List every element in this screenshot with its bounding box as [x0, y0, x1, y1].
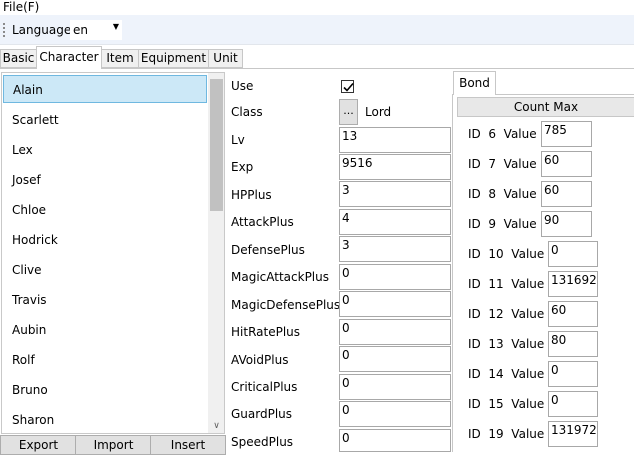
field-label-avoidplus: AVoidPlus [231, 353, 289, 367]
bond-row-label: ID 15 Value [468, 397, 545, 411]
field-label-lv: Lv [231, 133, 245, 147]
magicdefenseplus-input[interactable]: 0 [339, 291, 451, 317]
bond-row-label: ID 9 Value [468, 217, 537, 231]
field-label-exp: Exp [231, 160, 254, 174]
avoidplus-input[interactable]: 0 [339, 346, 451, 372]
class-value: Lord [365, 105, 392, 119]
bond-value-input[interactable]: 131972 [548, 421, 598, 447]
bond-value-input[interactable]: 90 [541, 211, 592, 237]
defenseplus-input[interactable]: 3 [339, 236, 451, 262]
field-label-hpplus: HPPlus [231, 188, 272, 202]
list-item[interactable]: Lex [3, 136, 207, 164]
list-item[interactable]: Aubin [3, 316, 207, 344]
tab-item[interactable]: Item [101, 49, 139, 68]
bond-value-input[interactable]: 60 [548, 301, 598, 327]
magicattackplus-input[interactable]: 0 [339, 264, 451, 290]
toolbar-grip-icon[interactable] [3, 23, 5, 37]
language-label: Language [12, 23, 72, 37]
use-checkbox[interactable] [341, 80, 354, 93]
tab-basic[interactable]: Basic [0, 49, 37, 68]
class-label: Class [231, 105, 263, 119]
bond-row-label: ID 10 Value [468, 247, 545, 261]
bond-row-label: ID 14 Value [468, 367, 545, 381]
language-select[interactable]: en ▼ [70, 20, 122, 40]
class-picker-button[interactable]: ... [339, 99, 358, 125]
field-label-attackplus: AttackPlus [231, 215, 294, 229]
tab-character[interactable]: Character [36, 46, 102, 69]
bond-value-input[interactable]: 60 [541, 181, 592, 207]
bond-value-input[interactable]: 80 [548, 331, 598, 357]
character-list[interactable]: Alain Scarlett Lex Josef Chloe Hodrick C… [1, 72, 225, 434]
character-tab-panel: Alain Scarlett Lex Josef Chloe Hodrick C… [0, 68, 634, 455]
list-item[interactable]: Scarlett [3, 106, 207, 134]
list-item[interactable]: Hodrick [3, 226, 207, 254]
scrollbar-thumb[interactable] [210, 79, 223, 211]
dropdown-arrow-icon: ▼ [112, 22, 119, 31]
export-button[interactable]: Export [0, 435, 77, 455]
list-item[interactable]: Rolf [3, 346, 207, 374]
field-label-guardplus: GuardPlus [231, 407, 293, 421]
bond-row-label: ID 19 Value [468, 427, 545, 441]
lv-input[interactable]: 13 [339, 127, 451, 153]
tab-equipment[interactable]: Equipment [138, 49, 209, 68]
list-item[interactable]: Chloe [3, 196, 207, 224]
field-label-speedplus: SpeedPlus [231, 435, 294, 449]
list-item[interactable]: Clive [3, 256, 207, 284]
count-max-header[interactable]: Count Max [457, 97, 634, 117]
list-item[interactable]: Alain [3, 75, 207, 103]
language-toolbar: Language en ▼ [0, 15, 634, 45]
list-item[interactable]: Bruno [3, 376, 207, 404]
field-label-magicdefenseplus: MagicDefensePlus [231, 298, 341, 312]
bond-row-label: ID 11 Value [468, 277, 545, 291]
field-label-criticalplus: CriticalPlus [231, 380, 298, 394]
bond-panel: Count Max ID 6 Value 785 ID 7 Value 60 I… [452, 94, 634, 452]
bond-value-input[interactable]: 785 [541, 121, 592, 147]
guardplus-input[interactable]: 0 [339, 401, 451, 427]
field-label-magicattackplus: MagicAttackPlus [231, 270, 329, 284]
bond-row-label: ID 8 Value [468, 187, 537, 201]
tab-unit[interactable]: Unit [208, 49, 243, 68]
use-label: Use [231, 79, 254, 93]
speedplus-input[interactable]: 0 [339, 429, 451, 452]
list-item[interactable]: Travis [3, 286, 207, 314]
hitrateplus-input[interactable]: 0 [339, 319, 451, 345]
bond-row-label: ID 7 Value [468, 157, 537, 171]
bond-value-input[interactable]: 60 [541, 151, 592, 177]
hpplus-input[interactable]: 3 [339, 181, 451, 207]
bond-value-input[interactable]: 0 [548, 361, 598, 387]
language-value: en [73, 23, 88, 37]
criticalplus-input[interactable]: 0 [339, 374, 451, 400]
bond-row-label: ID 13 Value [468, 337, 545, 351]
bond-value-input[interactable]: 131692 [548, 271, 598, 297]
list-item[interactable]: Josef [3, 166, 207, 194]
bond-value-input[interactable]: 0 [548, 241, 598, 267]
attackplus-input[interactable]: 4 [339, 209, 451, 235]
scroll-down-arrow-icon[interactable]: ∨ [208, 420, 224, 432]
menu-file[interactable]: File(F) [3, 0, 39, 15]
tab-bond[interactable]: Bond [453, 71, 496, 95]
main-tabs: Basic Character Item Equipment Unit [0, 46, 634, 69]
insert-button[interactable]: Insert [150, 435, 226, 455]
bond-value-input[interactable]: 0 [548, 391, 598, 417]
bond-area: Bond Count Max ID 6 Value 785 ID 7 Value… [452, 71, 634, 452]
import-button[interactable]: Import [75, 435, 152, 455]
list-scrollbar[interactable]: ∨ [208, 73, 224, 433]
bond-row-label: ID 6 Value [468, 127, 537, 141]
menu-bar: File(F) [0, 0, 634, 15]
list-item[interactable]: Sharon [3, 406, 207, 433]
exp-input[interactable]: 9516 [339, 154, 451, 180]
checkmark-icon [343, 82, 354, 92]
bond-row-label: ID 12 Value [468, 307, 545, 321]
field-label-defenseplus: DefensePlus [231, 243, 305, 257]
field-label-hitrateplus: HitRatePlus [231, 325, 301, 339]
